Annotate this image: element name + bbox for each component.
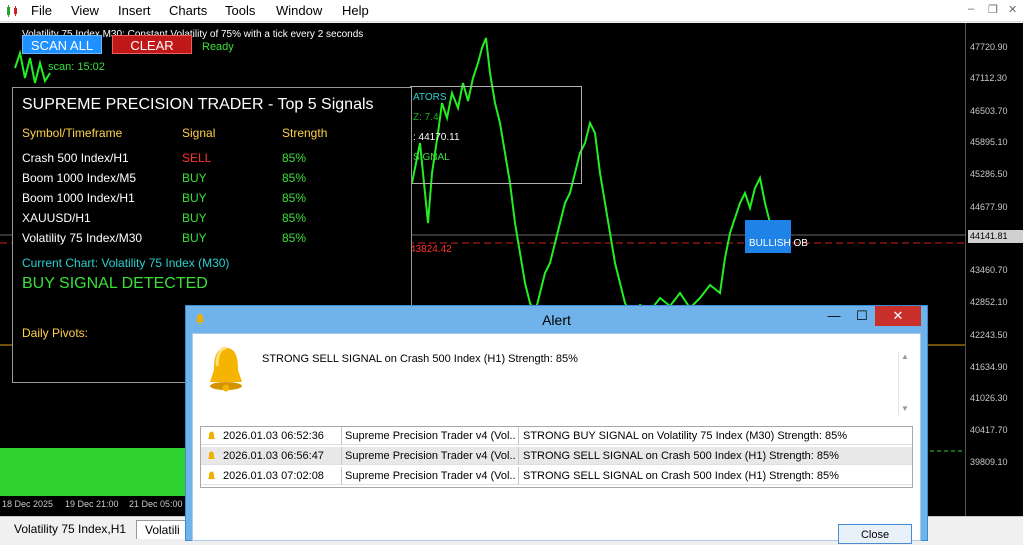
- red-price-label: 43824.42: [410, 244, 452, 255]
- alert-body: STRONG SELL SIGNAL on Crash 500 Index (H…: [192, 333, 921, 544]
- signal-symbol: Volatility 75 Index/M30: [22, 231, 143, 245]
- signal-symbol: XAUUSD/H1: [22, 211, 91, 225]
- price-tick: 42243.50: [970, 330, 1008, 340]
- bullish-ob-label: BULLISH OB: [749, 238, 808, 249]
- alert-titlebar[interactable]: Alert — ☐ ✕: [186, 306, 927, 332]
- scan-all-button[interactable]: SCAN ALL: [22, 35, 102, 54]
- header-symbol: Symbol/Timeframe: [22, 126, 123, 140]
- price-tick: 41026.30: [970, 393, 1008, 403]
- bell-icon: [210, 346, 242, 392]
- price-tick: 44677.90: [970, 202, 1008, 212]
- time-tick: 21 Dec 05:00: [129, 499, 183, 509]
- indicator-signal: SIGNAL: [413, 152, 450, 163]
- menu-help[interactable]: Help: [342, 3, 369, 18]
- menu-view[interactable]: View: [71, 3, 99, 18]
- menu-tools[interactable]: Tools: [225, 3, 255, 18]
- price-tick: 45895.10: [970, 137, 1008, 147]
- signal-symbol: Crash 500 Index/H1: [22, 151, 129, 165]
- price-tick: 46503.70: [970, 106, 1008, 116]
- message-scrollbar[interactable]: ▲ ▼: [898, 352, 912, 416]
- signal-value: BUY: [182, 191, 207, 205]
- signal-detected-text: BUY SIGNAL DETECTED: [22, 275, 208, 292]
- alert-time: 2026.01.03 07:02:08: [223, 470, 324, 482]
- close-button[interactable]: Close: [838, 524, 912, 544]
- restore-icon[interactable]: ❐: [988, 3, 998, 16]
- signal-strength: 85%: [282, 231, 307, 245]
- alert-text: STRONG BUY SIGNAL on Volatility 75 Index…: [523, 430, 848, 442]
- price-tick: 47720.90: [970, 42, 1008, 52]
- app-icon: [7, 5, 17, 17]
- panel-title: SUPREME PRECISION TRADER - Top 5 Signals: [22, 96, 374, 113]
- alert-row[interactable]: 2026.01.03 06:52:36 Supreme Precision Tr…: [201, 427, 912, 445]
- alert-close-icon[interactable]: ✕: [875, 306, 921, 326]
- minimize-icon[interactable]: –: [968, 3, 974, 15]
- last-scan-text: scan: 15:02: [48, 61, 105, 73]
- menu-window[interactable]: Window: [276, 3, 322, 18]
- alert-text: STRONG SELL SIGNAL on Crash 500 Index (H…: [523, 470, 839, 482]
- volume-band: [0, 448, 185, 496]
- header-strength: Strength: [282, 126, 328, 140]
- signal-value: BUY: [182, 171, 207, 185]
- price-tick: 45286.50: [970, 169, 1008, 179]
- alert-title: Alert: [542, 312, 571, 328]
- signal-value: BUY: [182, 211, 207, 225]
- time-tick: 18 Dec 2025: [2, 499, 54, 509]
- alert-time: 2026.01.03 06:56:47: [223, 450, 324, 462]
- alert-source: Supreme Precision Trader v4 (Vol...: [345, 450, 515, 462]
- menu-insert[interactable]: Insert: [118, 3, 151, 18]
- alert-message: STRONG SELL SIGNAL on Crash 500 Index (H…: [262, 353, 578, 365]
- signal-value: BUY: [182, 231, 207, 245]
- alert-time: 2026.01.03 06:52:36: [223, 430, 324, 442]
- alert-minimize-button[interactable]: —: [819, 306, 849, 326]
- current-price-label: 44141.81: [968, 230, 1023, 243]
- alert-source: Supreme Precision Trader v4 (Vol...: [345, 430, 515, 442]
- daily-pivots-label: Daily Pivots:: [22, 326, 89, 340]
- indicator-panel: ATORS Z: 7.4 : 44170.11 SIGNAL: [410, 86, 582, 184]
- signal-strength: 85%: [282, 211, 307, 225]
- menu-file[interactable]: File: [31, 3, 52, 18]
- scroll-up-icon[interactable]: ▲: [901, 352, 909, 361]
- indicator-price: : 44170.11: [413, 132, 460, 143]
- bell-icon: [208, 471, 215, 479]
- menu-bar: File View Insert Charts Tools Window Hel…: [0, 0, 1023, 22]
- alert-row[interactable]: 2026.01.03 07:02:08 Supreme Precision Tr…: [201, 467, 912, 485]
- close-icon[interactable]: ✕: [1008, 3, 1017, 16]
- alert-list[interactable]: 2026.01.03 06:52:36 Supreme Precision Tr…: [200, 426, 913, 488]
- price-tick: 47112.30: [970, 73, 1007, 83]
- signal-value: SELL: [182, 151, 212, 165]
- indicator-z: Z: 7.4: [413, 112, 439, 123]
- signal-symbol: Boom 1000 Index/H1: [22, 191, 135, 205]
- current-chart-text: Current Chart: Volatility 75 Index (M30): [22, 256, 230, 270]
- menu-charts[interactable]: Charts: [169, 3, 207, 18]
- signal-symbol: Boom 1000 Index/M5: [22, 171, 137, 185]
- bell-icon: [208, 431, 215, 439]
- price-axis: 47720.90 47112.30 46503.70 45895.10 4528…: [965, 23, 1023, 516]
- price-tick: 41634.90: [970, 362, 1008, 372]
- signal-strength: 85%: [282, 151, 307, 165]
- scroll-down-icon[interactable]: ▼: [901, 404, 909, 413]
- signal-strength: 85%: [282, 191, 307, 205]
- tab-volatility-h1[interactable]: Volatility 75 Index,H1: [6, 520, 134, 539]
- bell-icon: [208, 451, 215, 459]
- signal-strength: 85%: [282, 171, 307, 185]
- alert-source: Supreme Precision Trader v4 (Vol...: [345, 470, 515, 482]
- tab-volatility-m30[interactable]: Volatili: [136, 520, 189, 539]
- price-tick: 40417.70: [970, 425, 1008, 435]
- status-text: Ready: [202, 41, 234, 53]
- price-tick: 42852.10: [970, 297, 1008, 307]
- alert-row[interactable]: 2026.01.03 06:56:47 Supreme Precision Tr…: [201, 447, 912, 465]
- alert-maximize-button[interactable]: ☐: [847, 306, 877, 326]
- time-tick: 19 Dec 21:00: [65, 499, 119, 509]
- indicator-label: ATORS: [413, 92, 447, 103]
- alert-text: STRONG SELL SIGNAL on Crash 500 Index (H…: [523, 450, 839, 462]
- price-tick: 43460.70: [970, 265, 1008, 275]
- price-tick: 39809.10: [970, 457, 1008, 467]
- header-signal: Signal: [182, 126, 216, 140]
- clear-button[interactable]: CLEAR: [112, 35, 192, 54]
- alert-dialog: Alert — ☐ ✕ STRONG SELL SIGNAL on Crash …: [185, 305, 928, 544]
